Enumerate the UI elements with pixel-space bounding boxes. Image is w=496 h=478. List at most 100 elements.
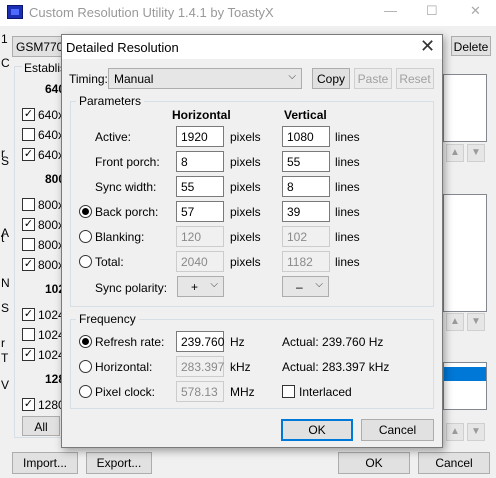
app-icon — [7, 5, 23, 19]
move-up-icon[interactable]: ▲ — [446, 423, 464, 441]
param-h-input[interactable]: 57 — [176, 201, 224, 222]
param-v-unit: lines — [335, 255, 360, 269]
horizontal-freq-radio[interactable] — [79, 360, 92, 373]
param-h-input[interactable]: 1920 — [176, 126, 224, 147]
window-title: Custom Resolution Utility 1.4.1 by Toast… — [29, 5, 274, 20]
h-polarity-value: + — [191, 280, 199, 294]
param-row-label: Sync width: — [95, 180, 157, 194]
param-h-input[interactable]: 55 — [176, 176, 224, 197]
horizontal-header: Horizontal — [172, 108, 231, 122]
detailed-list-1[interactable] — [443, 74, 487, 142]
pixel-clock-input[interactable]: 578.13 — [176, 381, 224, 402]
h-polarity-select[interactable]: + ⌵ — [177, 276, 224, 297]
interlaced-checkbox[interactable] — [282, 385, 295, 398]
param-row-label: Total: — [95, 255, 124, 269]
param-row-radio[interactable] — [79, 205, 92, 218]
import-button[interactable]: Import... — [12, 452, 78, 474]
pixel-clock-label: Pixel clock: — [95, 385, 156, 399]
param-v-unit: lines — [335, 180, 360, 194]
dialog-ok-button[interactable]: OK — [281, 419, 353, 441]
sync-polarity-label: Sync polarity: — [95, 281, 168, 295]
param-row-radio[interactable] — [79, 255, 92, 268]
clipped-text: C — [1, 56, 10, 70]
chevron-down-icon: ⌵ — [315, 279, 323, 290]
dialog-close-icon[interactable]: ✕ — [420, 36, 435, 57]
clipped-text: N — [1, 276, 10, 290]
param-v-input[interactable]: 55 — [282, 151, 330, 172]
copy-button[interactable]: Copy — [312, 68, 350, 89]
timing-select[interactable]: Manual ⌵ — [108, 68, 302, 89]
resolution-checkbox[interactable] — [22, 348, 35, 361]
resolution-checkbox[interactable] — [22, 328, 35, 341]
clipped-text: 1 — [1, 32, 8, 46]
resolution-checkbox[interactable] — [22, 128, 35, 141]
move-up-icon[interactable]: ▲ — [446, 313, 464, 331]
resolution-checkbox[interactable] — [22, 148, 35, 161]
param-row-label: Blanking: — [95, 230, 145, 244]
param-v-input[interactable]: 1182 — [282, 251, 330, 272]
v-polarity-value: – — [296, 280, 303, 294]
param-v-unit: lines — [335, 230, 360, 244]
param-h-input[interactable]: 8 — [176, 151, 224, 172]
paste-button[interactable]: Paste — [354, 68, 392, 89]
pixel-clock-radio[interactable] — [79, 385, 92, 398]
param-row-radio[interactable] — [79, 230, 92, 243]
move-up-icon[interactable]: ▲ — [446, 144, 464, 162]
refresh-rate-label: Refresh rate: — [95, 335, 165, 349]
parameters-title: Parameters — [76, 94, 145, 108]
vertical-header: Vertical — [284, 108, 327, 122]
param-h-unit: pixels — [230, 205, 261, 219]
clipped-text: S — [1, 301, 10, 315]
param-h-unit: pixels — [230, 180, 261, 194]
delete-button[interactable]: Delete — [451, 36, 491, 56]
refresh-rate-radio[interactable] — [79, 335, 92, 348]
param-v-input[interactable]: 1080 — [282, 126, 330, 147]
resolution-checkbox[interactable] — [22, 108, 35, 121]
resolution-checkbox[interactable] — [22, 258, 35, 271]
detailed-resolution-dialog: Detailed Resolution ✕ Timing: Manual ⌵ C… — [61, 34, 443, 448]
param-v-input[interactable]: 39 — [282, 201, 330, 222]
main-cancel-button[interactable]: Cancel — [418, 452, 490, 474]
param-h-input[interactable]: 120 — [176, 226, 224, 247]
main-titlebar: Custom Resolution Utility 1.4.1 by Toast… — [0, 0, 496, 26]
move-down-icon[interactable]: ▼ — [467, 423, 485, 441]
frequency-title: Frequency — [76, 312, 139, 326]
refresh-rate-actual: Actual: 239.760 Hz — [282, 335, 384, 349]
resolution-checkbox[interactable] — [22, 398, 35, 411]
extension-list[interactable] — [443, 362, 487, 410]
main-ok-button[interactable]: OK — [338, 452, 410, 474]
dialog-cancel-button[interactable]: Cancel — [361, 419, 434, 441]
monitor-select[interactable]: GSM770F — [12, 36, 71, 57]
clipped-text: r — [1, 336, 5, 350]
clipped-text: T — [1, 351, 9, 365]
all-button[interactable]: All — [22, 416, 60, 436]
param-v-input[interactable]: 102 — [282, 226, 330, 247]
export-button[interactable]: Export... — [86, 452, 152, 474]
v-polarity-select[interactable]: – ⌵ — [282, 276, 329, 297]
detailed-list-2[interactable] — [443, 194, 487, 312]
param-v-input[interactable]: 8 — [282, 176, 330, 197]
param-h-input[interactable]: 2040 — [176, 251, 224, 272]
dialog-title: Detailed Resolution — [66, 40, 179, 55]
move-down-icon[interactable]: ▼ — [467, 313, 485, 331]
param-h-unit: pixels — [230, 155, 261, 169]
param-v-unit: lines — [335, 155, 360, 169]
horizontal-freq-actual: Actual: 283.397 kHz — [282, 360, 390, 374]
resolution-checkbox[interactable] — [22, 198, 35, 211]
move-down-icon[interactable]: ▼ — [467, 144, 485, 162]
selected-list-item[interactable] — [444, 367, 486, 381]
minimize-button[interactable]: — — [384, 3, 397, 18]
param-h-unit: pixels — [230, 130, 261, 144]
resolution-checkbox[interactable] — [22, 308, 35, 321]
param-v-unit: lines — [335, 205, 360, 219]
resolution-checkbox[interactable] — [22, 218, 35, 231]
param-h-unit: pixels — [230, 255, 261, 269]
maximize-button[interactable]: ☐ — [426, 3, 438, 19]
close-button[interactable]: ✕ — [470, 3, 481, 19]
horizontal-freq-input[interactable]: 283.397 — [176, 356, 224, 377]
refresh-rate-input[interactable]: 239.760 — [176, 331, 224, 352]
resolution-checkbox[interactable] — [22, 238, 35, 251]
clipped-text: t — [1, 231, 5, 245]
reset-button[interactable]: Reset — [396, 68, 434, 89]
param-row-label: Back porch: — [95, 205, 159, 219]
